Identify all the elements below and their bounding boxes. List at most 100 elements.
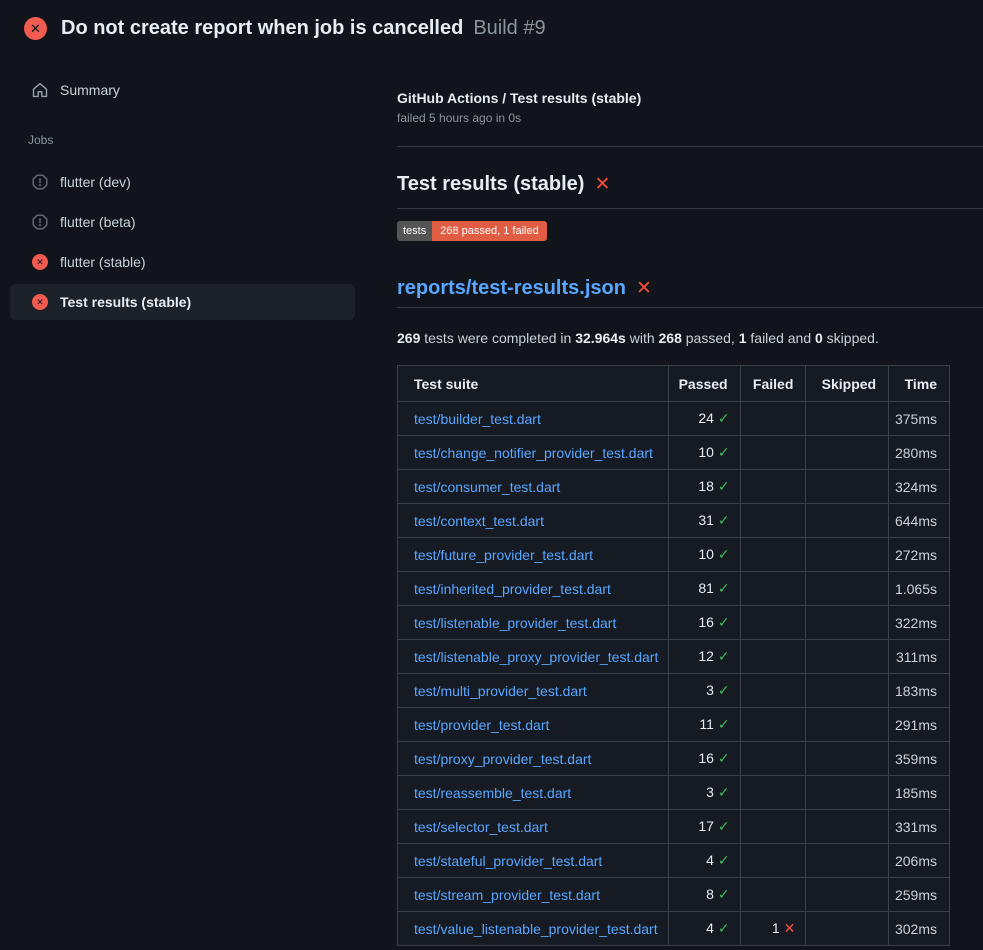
test-suite-link[interactable]: test/provider_test.dart bbox=[414, 717, 549, 733]
suite-time: 302ms bbox=[889, 912, 950, 946]
job-failed-icon: ✕ bbox=[32, 294, 48, 310]
passed-count: 3 bbox=[706, 682, 714, 698]
table-header-row: Test suite Passed Failed Skipped Time bbox=[398, 366, 950, 402]
passed-count: 18 bbox=[698, 478, 714, 494]
test-suite-link[interactable]: test/stateful_provider_test.dart bbox=[414, 853, 602, 869]
report-file-link[interactable]: reports/test-results.json bbox=[397, 277, 626, 300]
test-suite-link[interactable]: test/value_listenable_provider_test.dart bbox=[414, 921, 658, 937]
sidebar-job-list: ✕ flutter (dev) ✕ flutter (beta) bbox=[0, 164, 365, 320]
run-meta: failed 5 hours ago in 0s bbox=[397, 111, 983, 125]
test-suite-link[interactable]: test/reassemble_test.dart bbox=[414, 785, 571, 801]
summary-total: 269 bbox=[397, 330, 420, 346]
check-icon: ✓ bbox=[718, 784, 730, 800]
column-failed: Failed bbox=[740, 366, 806, 402]
test-suite-link[interactable]: test/multi_provider_test.dart bbox=[414, 683, 587, 699]
passed-count: 8 bbox=[706, 886, 714, 902]
table-row: test/consumer_test.dart 18✓ ✕ 324ms bbox=[398, 470, 950, 504]
summary-line: 269 tests were completed in 32.964s with… bbox=[397, 330, 983, 346]
suite-time: 183ms bbox=[889, 674, 950, 708]
check-icon: ✓ bbox=[718, 444, 730, 460]
sidebar-job-item[interactable]: ✕ flutter (beta) bbox=[10, 204, 355, 240]
suite-time: 359ms bbox=[889, 742, 950, 776]
test-suite-link[interactable]: test/inherited_provider_test.dart bbox=[414, 581, 611, 597]
suite-time: 291ms bbox=[889, 708, 950, 742]
passed-count: 31 bbox=[698, 512, 714, 528]
suite-time: 206ms bbox=[889, 844, 950, 878]
check-icon: ✓ bbox=[718, 750, 730, 766]
sidebar-item-summary[interactable]: Summary bbox=[0, 76, 365, 104]
suite-time: 331ms bbox=[889, 810, 950, 844]
test-suite-link[interactable]: test/selector_test.dart bbox=[414, 819, 548, 835]
table-row: test/proxy_provider_test.dart 16✓ ✕ 359m… bbox=[398, 742, 950, 776]
summary-text: tests were completed in bbox=[420, 330, 575, 346]
suite-time: 259ms bbox=[889, 878, 950, 912]
suite-time: 272ms bbox=[889, 538, 950, 572]
suite-time: 1.065s bbox=[889, 572, 950, 606]
summary-skipped: 0 bbox=[815, 330, 823, 346]
table-row: test/stream_provider_test.dart 8✓ ✕ 259m… bbox=[398, 878, 950, 912]
report-failed-icon: ✕ bbox=[636, 279, 652, 298]
sidebar-job-label: flutter (stable) bbox=[60, 254, 146, 270]
check-icon: ✓ bbox=[718, 546, 730, 562]
summary-failed: 1 bbox=[739, 330, 747, 346]
table-row: test/provider_test.dart 11✓ ✕ 291ms bbox=[398, 708, 950, 742]
section-heading: Test results (stable) ✕ bbox=[397, 173, 983, 209]
tests-badge[interactable]: tests 268 passed, 1 failed bbox=[397, 221, 547, 241]
summary-text: passed, bbox=[682, 330, 739, 346]
suite-time: 322ms bbox=[889, 606, 950, 640]
test-suite-link[interactable]: test/listenable_provider_test.dart bbox=[414, 615, 616, 631]
passed-count: 10 bbox=[698, 444, 714, 460]
test-suite-link[interactable]: test/builder_test.dart bbox=[414, 411, 541, 427]
main-content: GitHub Actions / Test results (stable) f… bbox=[365, 54, 983, 946]
report-heading: reports/test-results.json ✕ bbox=[397, 277, 983, 308]
summary-passed: 268 bbox=[659, 330, 682, 346]
passed-count: 12 bbox=[698, 648, 714, 664]
sidebar-job-label: flutter (beta) bbox=[60, 214, 135, 230]
check-icon: ✓ bbox=[718, 886, 730, 902]
table-row: test/value_listenable_provider_test.dart… bbox=[398, 912, 950, 946]
summary-text: with bbox=[626, 330, 659, 346]
passed-count: 24 bbox=[698, 410, 714, 426]
badge-value: 268 passed, 1 failed bbox=[432, 221, 546, 241]
sidebar: Summary Jobs ✕ flutter (dev) bbox=[0, 54, 365, 324]
column-test-suite: Test suite bbox=[398, 366, 669, 402]
sidebar-job-item[interactable]: ✕ flutter (stable) bbox=[10, 244, 355, 280]
check-icon: ✓ bbox=[718, 852, 730, 868]
run-build-number: Build #9 bbox=[473, 17, 545, 40]
test-suite-link[interactable]: test/proxy_provider_test.dart bbox=[414, 751, 591, 767]
check-icon: ✓ bbox=[718, 920, 730, 936]
check-icon: ✓ bbox=[718, 512, 730, 528]
column-passed: Passed bbox=[668, 366, 740, 402]
test-suite-link[interactable]: test/context_test.dart bbox=[414, 513, 544, 529]
test-suite-link[interactable]: test/listenable_proxy_provider_test.dart bbox=[414, 649, 658, 665]
sidebar-job-label: Test results (stable) bbox=[60, 294, 191, 310]
passed-count: 81 bbox=[698, 580, 714, 596]
test-suite-link[interactable]: test/future_provider_test.dart bbox=[414, 547, 593, 563]
table-row: test/stateful_provider_test.dart 4✓ ✕ 20… bbox=[398, 844, 950, 878]
test-suite-link[interactable]: test/change_notifier_provider_test.dart bbox=[414, 445, 653, 461]
run-header: ✕ Do not create report when job is cance… bbox=[0, 0, 983, 54]
x-icon: ✕ bbox=[784, 920, 796, 936]
table-row: test/inherited_provider_test.dart 81✓ ✕ … bbox=[398, 572, 950, 606]
suite-time: 324ms bbox=[889, 470, 950, 504]
column-skipped: Skipped bbox=[806, 366, 889, 402]
table-row: test/listenable_provider_test.dart 16✓ ✕… bbox=[398, 606, 950, 640]
table-row: test/change_notifier_provider_test.dart … bbox=[398, 436, 950, 470]
passed-count: 4 bbox=[706, 852, 714, 868]
passed-count: 3 bbox=[706, 784, 714, 800]
job-failed-icon: ✕ bbox=[32, 254, 48, 270]
check-icon: ✓ bbox=[718, 614, 730, 630]
passed-count: 10 bbox=[698, 546, 714, 562]
breadcrumb: GitHub Actions / Test results (stable) bbox=[397, 90, 983, 106]
check-icon: ✓ bbox=[718, 818, 730, 834]
sidebar-job-item[interactable]: ✕ Test results (stable) bbox=[10, 284, 355, 320]
section-failed-icon: ✕ bbox=[594, 175, 610, 194]
summary-duration: 32.964s bbox=[575, 330, 626, 346]
sidebar-job-item[interactable]: ✕ flutter (dev) bbox=[10, 164, 355, 200]
test-suite-link[interactable]: test/stream_provider_test.dart bbox=[414, 887, 600, 903]
suite-time: 375ms bbox=[889, 402, 950, 436]
failed-count: 1 bbox=[772, 920, 780, 936]
summary-text: failed and bbox=[747, 330, 816, 346]
table-row: test/reassemble_test.dart 3✓ ✕ 185ms bbox=[398, 776, 950, 810]
test-suite-link[interactable]: test/consumer_test.dart bbox=[414, 479, 560, 495]
